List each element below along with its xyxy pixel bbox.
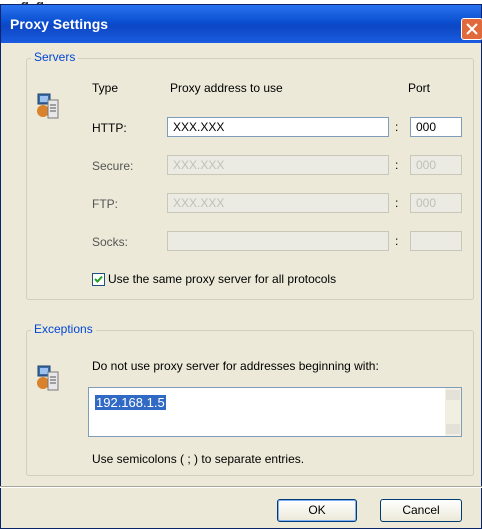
secure-separator: :	[395, 158, 399, 172]
cancel-button[interactable]: Cancel	[380, 499, 462, 522]
servers-group-label: Servers	[31, 50, 79, 64]
http-label: HTTP:	[92, 121, 127, 135]
secure-address-input[interactable]: XXX.XXX	[167, 155, 389, 175]
close-icon	[466, 23, 478, 35]
scroll-up-arrow[interactable]	[446, 390, 460, 400]
network-computer-icon	[37, 365, 59, 391]
ftp-address-input[interactable]: XXX.XXX	[167, 193, 389, 213]
ftp-port-input[interactable]: 000	[410, 193, 462, 213]
exceptions-hint: Use semicolons ( ; ) to separate entries…	[92, 452, 305, 466]
exceptions-value[interactable]: 192.168.1.5	[95, 395, 166, 410]
scroll-down-arrow[interactable]	[446, 424, 460, 434]
http-port-input[interactable]: 000	[410, 117, 462, 137]
bottom-separator	[0, 486, 482, 488]
exceptions-group-label: Exceptions	[31, 322, 96, 336]
http-address-input[interactable]: XXX.XXX	[167, 117, 389, 137]
title-bar[interactable]: Proxy Settings	[1, 5, 482, 43]
checkmark-icon	[94, 275, 103, 283]
ok-button[interactable]: OK	[277, 499, 357, 522]
exceptions-instruction: Do not use proxy server for addresses be…	[92, 359, 379, 373]
close-button[interactable]	[461, 18, 482, 40]
exceptions-textarea[interactable]: 192.168.1.5	[88, 387, 462, 437]
socks-label: Socks:	[92, 235, 129, 249]
socks-address-input[interactable]	[167, 231, 389, 251]
port-header: Port	[408, 81, 431, 95]
ftp-label: FTP:	[92, 197, 118, 211]
type-header: Type	[92, 81, 119, 95]
socks-port-input[interactable]	[410, 231, 462, 251]
page: ...g..g... Proxy Settings Servers Type P…	[0, 0, 482, 529]
same-proxy-label[interactable]: Use the same proxy server for all protoc…	[108, 272, 336, 286]
http-separator: :	[395, 120, 399, 134]
address-header: Proxy address to use	[170, 81, 283, 95]
secure-port-input[interactable]: 000	[410, 155, 462, 175]
window-title: Proxy Settings	[10, 16, 109, 32]
network-computer-icon	[37, 93, 59, 119]
textarea-scrollbar[interactable]	[445, 388, 461, 436]
socks-separator: :	[395, 234, 399, 248]
same-proxy-checkbox[interactable]	[92, 273, 105, 286]
secure-label: Secure:	[92, 159, 134, 173]
ftp-separator: :	[395, 196, 399, 210]
